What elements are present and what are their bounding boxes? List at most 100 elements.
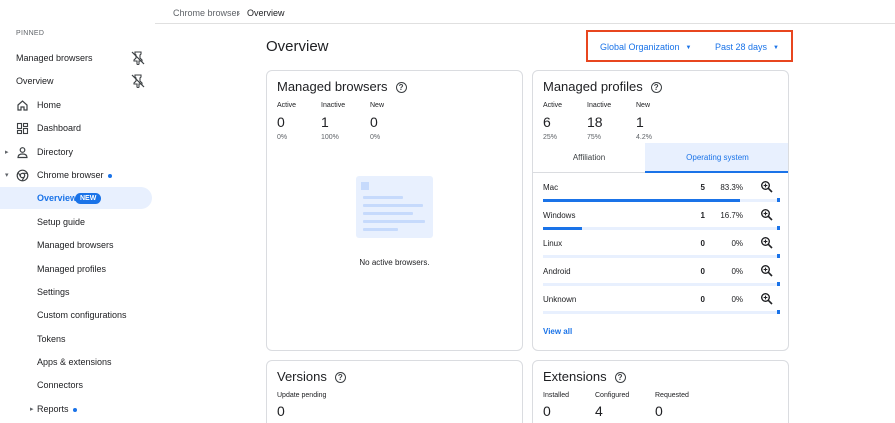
sidebar-item-directory[interactable]: ▸ Directory (0, 141, 152, 163)
pinned-item-managed-browsers[interactable]: Managed browsers (0, 47, 155, 69)
card-title: Extensions? (543, 369, 626, 384)
breadcrumb-current: Overview (247, 8, 285, 18)
tab-affiliation[interactable]: Affiliation (533, 143, 645, 172)
help-icon[interactable]: ? (334, 372, 346, 383)
sidebar-item-label: Managed browsers (37, 240, 114, 250)
os-percent: 83.3% (720, 183, 743, 192)
sidebar-item-managed-profiles[interactable]: Managed profiles (0, 258, 152, 280)
dashboard-icon (16, 122, 29, 134)
sidebar-item-apps-extensions[interactable]: Apps & extensions (0, 351, 152, 373)
stat-value-active: 6 (543, 114, 551, 130)
sidebar-item-setup-guide[interactable]: Setup guide (0, 211, 152, 233)
stat-label-installed: Installed (543, 392, 570, 399)
sidebar-item-label: Apps & extensions (37, 357, 112, 367)
help-icon[interactable]: ? (614, 372, 626, 383)
sidebar-item-overview[interactable]: Overview NEW (0, 187, 152, 209)
zoom-in-icon[interactable] (760, 292, 773, 305)
sidebar-item-custom-configurations[interactable]: Custom configurations (0, 304, 152, 326)
card-title-text: Managed browsers (277, 79, 388, 94)
sidebar-item-dashboard[interactable]: Dashboard (0, 117, 152, 139)
sidebar-item-label: Tokens (37, 334, 66, 344)
os-row: Unknown 0 0% (533, 286, 788, 314)
os-name: Windows (543, 211, 576, 220)
os-name: Unknown (543, 295, 577, 304)
os-count: 5 (700, 183, 705, 192)
os-name: Android (543, 267, 571, 276)
stat-label-new: New (370, 102, 385, 109)
os-name: Linux (543, 239, 563, 248)
sidebar-item-home[interactable]: Home (0, 94, 152, 116)
help-icon[interactable]: ? (650, 82, 662, 93)
empty-state-illustration (356, 176, 433, 238)
stat-value-inactive: 18 (587, 114, 603, 130)
sidebar-item-managed-browsers[interactable]: Managed browsers (0, 234, 152, 256)
versions-card: Versions? Update pending 0 (266, 360, 523, 423)
stat-pct-active: 25% (543, 134, 558, 141)
page-title: Overview (266, 38, 329, 55)
stat-label-requested: Requested (655, 392, 689, 399)
stat-value-new: 1 (636, 114, 644, 130)
person-icon (17, 146, 28, 158)
zoom-in-icon[interactable] (760, 208, 773, 221)
unpin-icon[interactable] (131, 74, 145, 88)
sidebar-item-label: Directory (37, 147, 74, 157)
stat-pct-inactive: 100% (321, 134, 339, 141)
view-all-link[interactable]: View all (543, 327, 572, 336)
expand-caret-icon[interactable]: ▸ (5, 148, 9, 156)
breadcrumb-separator: › (237, 8, 240, 18)
zoom-in-icon[interactable] (760, 236, 773, 249)
managed-browsers-card: Managed browsers? Active 0 0% Inactive 1… (266, 70, 523, 351)
stat-label-new: New (636, 102, 651, 109)
zoom-in-icon[interactable] (760, 180, 773, 193)
dropdown-arrow-icon: ▼ (685, 45, 692, 51)
date-range-dropdown[interactable]: Past 28 days ▼ (715, 42, 779, 52)
card-title-text: Managed profiles (543, 79, 643, 94)
tab-operating-system[interactable]: Operating system (645, 143, 788, 173)
card-title-text: Extensions (543, 369, 607, 384)
stat-value-configured: 4 (595, 403, 603, 419)
stat-pct-active: 0% (277, 134, 288, 141)
profile-tabs: Affiliation Operating system (533, 143, 788, 173)
sidebar-item-reports[interactable]: ▸ Reports (0, 398, 152, 420)
sidebar-item-connectors[interactable]: Connectors (0, 374, 152, 396)
dropdown-arrow-icon: ▼ (773, 45, 779, 51)
sidebar-item-label: Settings (37, 287, 70, 297)
pinned-item-overview[interactable]: Overview (0, 70, 155, 92)
unpin-icon[interactable] (131, 51, 145, 65)
stat-label-configured: Configured (595, 392, 630, 399)
os-name: Mac (543, 183, 559, 192)
new-badge: NEW (75, 192, 102, 204)
empty-state-text: No active browsers. (359, 258, 430, 267)
pinned-section-label: PINNED (16, 30, 45, 37)
os-count: 0 (700, 267, 705, 276)
organization-filter-dropdown[interactable]: Global Organization ▼ (600, 42, 692, 52)
sidebar-item-tokens[interactable]: Tokens (0, 328, 152, 350)
os-count: 0 (700, 295, 705, 304)
os-count: 0 (700, 239, 705, 248)
sidebar-item-label: Managed profiles (37, 264, 107, 274)
pinned-item-label: Managed browsers (16, 53, 93, 63)
pinned-item-label: Overview (16, 76, 54, 86)
chrome-browser-label: Chrome browser (37, 170, 104, 180)
stat-value-update-pending: 0 (277, 403, 285, 419)
help-icon[interactable]: ? (395, 82, 407, 93)
sidebar-item-chrome-browser[interactable]: ▾ Chrome browser (0, 164, 152, 186)
sidebar-item-settings[interactable]: Settings (0, 281, 152, 303)
os-share-bar (543, 311, 779, 314)
notification-dot (107, 173, 112, 178)
bar-end-marker (777, 310, 780, 314)
card-title-text: Versions (277, 369, 327, 384)
collapse-caret-icon[interactable]: ▾ (5, 171, 9, 179)
card-title: Managed browsers? (277, 79, 407, 94)
managed-profiles-card: Managed profiles? Active 6 25% Inactive … (532, 70, 789, 351)
os-percent: 0% (731, 295, 743, 304)
card-title: Versions? (277, 369, 346, 384)
reports-label: Reports (37, 404, 69, 414)
zoom-in-icon[interactable] (760, 264, 773, 277)
stat-pct-new: 0% (370, 134, 381, 141)
expand-caret-icon[interactable]: ▸ (30, 405, 34, 413)
os-percent: 16.7% (720, 211, 743, 220)
date-range-label: Past 28 days (715, 42, 768, 52)
breadcrumb-chrome-browser[interactable]: Chrome browser (173, 8, 240, 18)
breadcrumb: Chrome browser › Overview (155, 0, 895, 24)
